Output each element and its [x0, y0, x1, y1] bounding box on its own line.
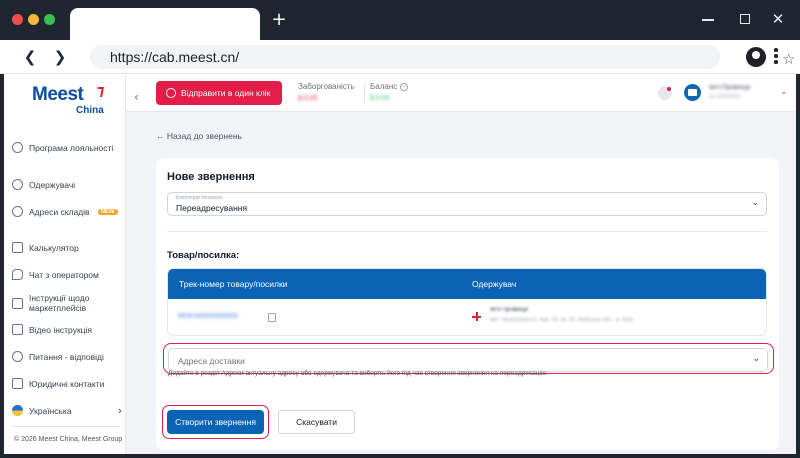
- category-label: Категорія питання: [176, 195, 223, 201]
- chat-icon: [12, 269, 23, 280]
- sidebar-item-label: Калькулятор: [29, 242, 79, 253]
- sidebar-item-label: Одержувачі: [29, 179, 76, 190]
- track-number[interactable]: MOKN0000000000: [178, 313, 238, 320]
- user-name: Ім'я Прізвище: [709, 84, 751, 91]
- user-menu-chevron-icon[interactable]: ⌄: [780, 87, 788, 97]
- minimize-icon[interactable]: [698, 10, 718, 28]
- chevron-right-icon: ›: [117, 404, 122, 417]
- sidebar-item-calculator[interactable]: Калькулятор: [12, 242, 124, 253]
- info-icon: [12, 351, 23, 362]
- marketplace-icon: [12, 298, 23, 310]
- title-bar: + ✕: [0, 0, 800, 40]
- info-icon[interactable]: i: [400, 83, 409, 91]
- back-arrow-icon[interactable]: ❮: [20, 47, 40, 67]
- legal-icon: [12, 378, 23, 389]
- maximize-window-dot[interactable]: [44, 14, 55, 25]
- sidebar-item-warehouses[interactable]: Адреси складів NEW: [12, 206, 124, 217]
- header: Відправити в один клік Заборгованість $ …: [126, 74, 796, 112]
- delivery-address-select[interactable]: Адреса доставки ⌄: [168, 348, 768, 372]
- recipient-icon: [472, 312, 481, 321]
- sidebar-item-loyalty[interactable]: Програма лояльності: [12, 142, 124, 153]
- address-bar: ❮ ❯ https://cab.meest.cn/ ☆: [0, 40, 800, 74]
- sidebar-item-label: Інструкції щодо маркетплейсів: [29, 293, 90, 313]
- loyalty-icon: [12, 142, 23, 153]
- delivery-placeholder: Адреса доставки: [178, 356, 245, 366]
- cancel-button[interactable]: Скасувати: [278, 410, 355, 434]
- sidebar-item-marketplaces[interactable]: Інструкції щодо маркетплейсів: [12, 293, 124, 314]
- page-title: Нове звернення: [167, 171, 255, 183]
- column-header-track: Трек-номер товару/посилки: [179, 279, 288, 289]
- parcel-table: Трек-номер товару/посилки Одержувач MOKN…: [167, 268, 767, 336]
- sidebar-item-legal[interactable]: Юридичні контакти: [12, 378, 124, 389]
- url-text: https://cab.meest.cn/: [110, 49, 240, 65]
- new-request-card: Нове звернення Категорія питання Переадр…: [156, 158, 779, 450]
- sidebar-item-chat[interactable]: Чат з оператором: [12, 269, 124, 280]
- sidebar-item-faq[interactable]: Питання - відповіді: [12, 351, 124, 362]
- chevron-down-icon: ⌄: [751, 198, 759, 208]
- user-avatar-icon[interactable]: [684, 84, 701, 101]
- debt-value: $ 0.00: [298, 95, 318, 102]
- category-value: Переадресування: [176, 203, 248, 213]
- sidebar-divider: [12, 426, 120, 427]
- sidebar-item-label: Чат з оператором: [29, 269, 99, 280]
- sidebar-item-label: Програма лояльності: [29, 142, 114, 153]
- balance-label: Баланс i: [370, 82, 409, 91]
- table-header: Трек-номер товару/посилки Одержувач: [168, 269, 766, 299]
- language-selector[interactable]: Українська ›: [12, 404, 124, 417]
- debt-label: Заборгованість: [298, 82, 355, 91]
- header-separator: [364, 83, 365, 103]
- profile-icon[interactable]: [746, 47, 766, 67]
- bookmark-star-icon[interactable]: ☆: [782, 50, 795, 68]
- copyright: © 2026 Meest China, Meest Group: [14, 436, 123, 443]
- notification-bell-icon[interactable]: [658, 86, 672, 100]
- page: Meest China Програма лояльності Одержува…: [4, 74, 796, 454]
- section-title: Товар/посилка:: [167, 250, 240, 261]
- recipient-address: вул. Незалежності, буд. 00, кв. 00, Київ…: [490, 317, 634, 323]
- copy-icon[interactable]: [268, 313, 276, 322]
- url-field[interactable]: https://cab.meest.cn/ ☆: [90, 45, 795, 69]
- sidebar-item-label: Питання - відповіді: [29, 351, 104, 362]
- logo-mark-icon: [96, 87, 104, 97]
- sidebar: Meest China Програма лояльності Одержува…: [4, 74, 126, 454]
- delivery-hint: Додайте в розділ Адреси актуальну адресу…: [168, 370, 548, 377]
- meest-china-logo[interactable]: Meest China: [32, 84, 112, 120]
- maximize-icon[interactable]: [735, 10, 755, 28]
- new-tab-icon[interactable]: +: [270, 11, 288, 29]
- video-icon: [12, 324, 23, 335]
- browser-tab[interactable]: [70, 8, 260, 40]
- location-icon: [12, 206, 23, 217]
- recipient-name: Ім'я Прізвище: [490, 307, 529, 313]
- back-to-requests-link[interactable]: ← Назад до звернень: [156, 131, 242, 141]
- sidebar-item-video[interactable]: Відео інструкція: [12, 324, 124, 335]
- close-icon[interactable]: ✕: [768, 10, 788, 28]
- minimize-window-dot[interactable]: [28, 14, 39, 25]
- user-id: ID 0000000: [709, 94, 741, 100]
- divider: [167, 231, 767, 232]
- balance-value: $ 0.00: [370, 95, 390, 102]
- flag-ua-icon: [12, 405, 23, 416]
- sidebar-item-recipients[interactable]: Одержувачі: [12, 179, 124, 190]
- recipients-icon: [12, 179, 23, 190]
- send-button-label: Відправити в один клік: [181, 88, 271, 98]
- send-one-click-button[interactable]: Відправити в один клік: [156, 81, 282, 105]
- browser-window: + ✕ ❮ ❯ https://cab.meest.cn/ ☆ Meest Ch…: [0, 0, 800, 458]
- create-request-button[interactable]: Створити звернення: [167, 410, 264, 434]
- category-select[interactable]: Категорія питання Переадресування ⌄: [167, 192, 767, 216]
- sidebar-item-label: Відео інструкція: [29, 324, 93, 335]
- close-window-dot[interactable]: [12, 14, 23, 25]
- column-header-recipient: Одержувач: [472, 279, 517, 289]
- calculator-icon: [12, 242, 23, 253]
- sidebar-item-label: Українська: [29, 405, 72, 416]
- sidebar-item-label: Адреси складів: [29, 206, 90, 217]
- chevron-down-icon: ⌄: [752, 354, 760, 364]
- browser-menu-icon[interactable]: [774, 48, 778, 66]
- collapse-sidebar-icon[interactable]: ‹: [134, 90, 139, 104]
- forward-arrow-icon[interactable]: ❯: [50, 47, 70, 67]
- new-badge: NEW: [97, 208, 118, 215]
- send-icon: [166, 88, 176, 98]
- sidebar-item-label: Юридичні контакти: [29, 378, 105, 389]
